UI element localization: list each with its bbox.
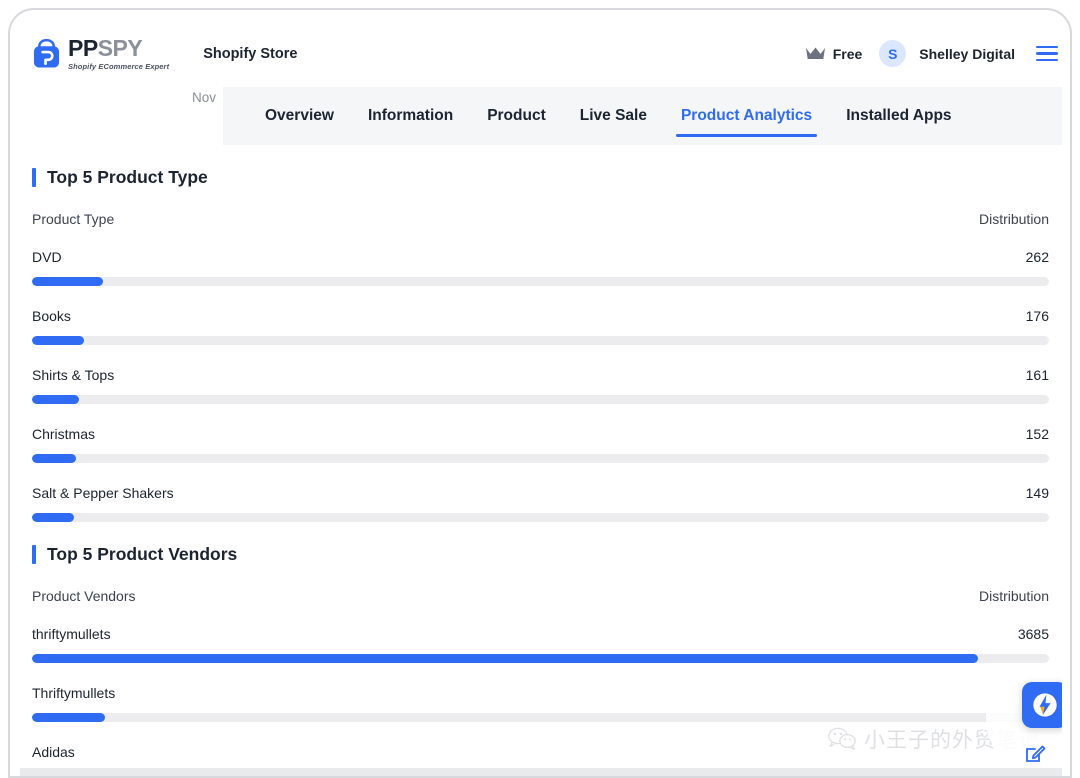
section-title-product-type: Top 5 Product Type [32,145,1049,188]
progress-track [32,395,1049,404]
hamburger-menu-icon[interactable] [1036,45,1058,62]
analytics-content: Top 5 Product Type Product Type Distribu… [20,145,1062,776]
crown-icon [805,46,826,61]
metric-row: thriftymullets 3685 [32,626,1049,663]
plan-badge[interactable]: Free [805,45,863,62]
store-name: Shopify Store [203,45,298,62]
progress-track [32,713,1049,722]
page-viewport: PPSPY Shopify ECommerce Expert Shopify S… [20,20,1062,776]
section-title-text: Top 5 Product Vendors [47,544,238,564]
title-accent-bar [32,545,36,564]
header-right-group: Free S Shelley Digital [805,40,1062,67]
title-accent-bar [32,168,36,187]
section-title-product-vendors: Top 5 Product Vendors [32,522,1049,565]
tab-information[interactable]: Information [351,87,470,145]
progress-fill [32,454,76,463]
metric-label: Christmas [32,426,96,442]
metric-row: Books 176 [32,308,1049,345]
shopping-bag-icon [32,38,61,69]
chat-widget-icon[interactable] [1022,682,1062,728]
metric-row: Salt & Pepper Shakers 149 [32,485,1049,522]
metric-value: 149 [1025,485,1049,501]
progress-fill [32,713,106,722]
column-header-product-vendors: Product Vendors Distribution [32,588,1049,604]
edit-pencil-icon[interactable] [1022,740,1048,766]
tab-bar: Overview Information Product Live Sale P… [223,87,1062,145]
hamburger-line [1036,52,1058,55]
chart-panel-stub: Nov [20,87,223,145]
section-title-text: Top 5 Product Type [47,167,208,187]
tab-product[interactable]: Product [470,87,563,145]
brand-logo[interactable]: PPSPY Shopify ECommerce Expert [32,34,170,71]
tab-overview[interactable]: Overview [248,87,351,145]
column-header-product-type: Product Type Distribution [32,211,1049,227]
user-name[interactable]: Shelley Digital [919,46,1015,62]
progress-track [32,454,1049,463]
metric-row: DVD 262 [32,249,1049,286]
column-label-left: Product Vendors [32,588,136,604]
metric-label: DVD [32,249,62,265]
progress-track [32,513,1049,522]
browser-window-frame: PPSPY Shopify ECommerce Expert Shopify S… [8,8,1072,778]
metric-row: Thriftymullets 275 [32,685,1049,722]
logo-word-spy: SPY [97,34,143,61]
metric-label: thriftymullets [32,626,111,642]
metric-label: Books [32,308,71,324]
progress-fill [32,336,84,345]
progress-fill [32,395,79,404]
metric-row: Christmas 152 [32,426,1049,463]
metric-row: Shirts & Tops 161 [32,367,1049,404]
metric-label: Shirts & Tops [32,367,115,383]
hamburger-line [1036,45,1058,48]
metric-label: Salt & Pepper Shakers [32,485,174,501]
bottom-strip [20,768,1062,776]
metric-label: Adidas [32,744,75,760]
column-label-left: Product Type [32,211,115,227]
plan-label: Free [832,45,863,62]
hamburger-line [1036,59,1058,62]
metric-value: 262 [1025,249,1049,265]
metric-value: 3685 [1017,626,1049,642]
progress-fill [32,277,104,286]
progress-fill [32,513,74,522]
logo-wordmark: PPSPY [68,34,169,61]
tab-product-analytics[interactable]: Product Analytics [664,87,829,145]
metric-value: 176 [1025,308,1049,324]
chart-month-label: Nov [191,90,216,105]
progress-track [32,654,1049,663]
metric-value: 152 [1025,426,1049,442]
avatar[interactable]: S [879,40,907,67]
tab-band: Nov Overview Information Product Live Sa… [20,87,1062,145]
progress-track [32,277,1049,286]
column-label-right: Distribution [978,211,1049,227]
app-header: PPSPY Shopify ECommerce Expert Shopify S… [20,20,1062,87]
tab-live-sale[interactable]: Live Sale [563,87,664,145]
progress-track [32,336,1049,345]
column-label-right: Distribution [978,588,1049,604]
logo-tagline: Shopify ECommerce Expert [68,61,170,71]
tab-installed-apps[interactable]: Installed Apps [829,87,968,145]
metric-value: 161 [1025,367,1049,383]
logo-word-pp: PP [68,34,98,61]
progress-fill [32,654,978,663]
metric-label: Thriftymullets [32,685,116,701]
